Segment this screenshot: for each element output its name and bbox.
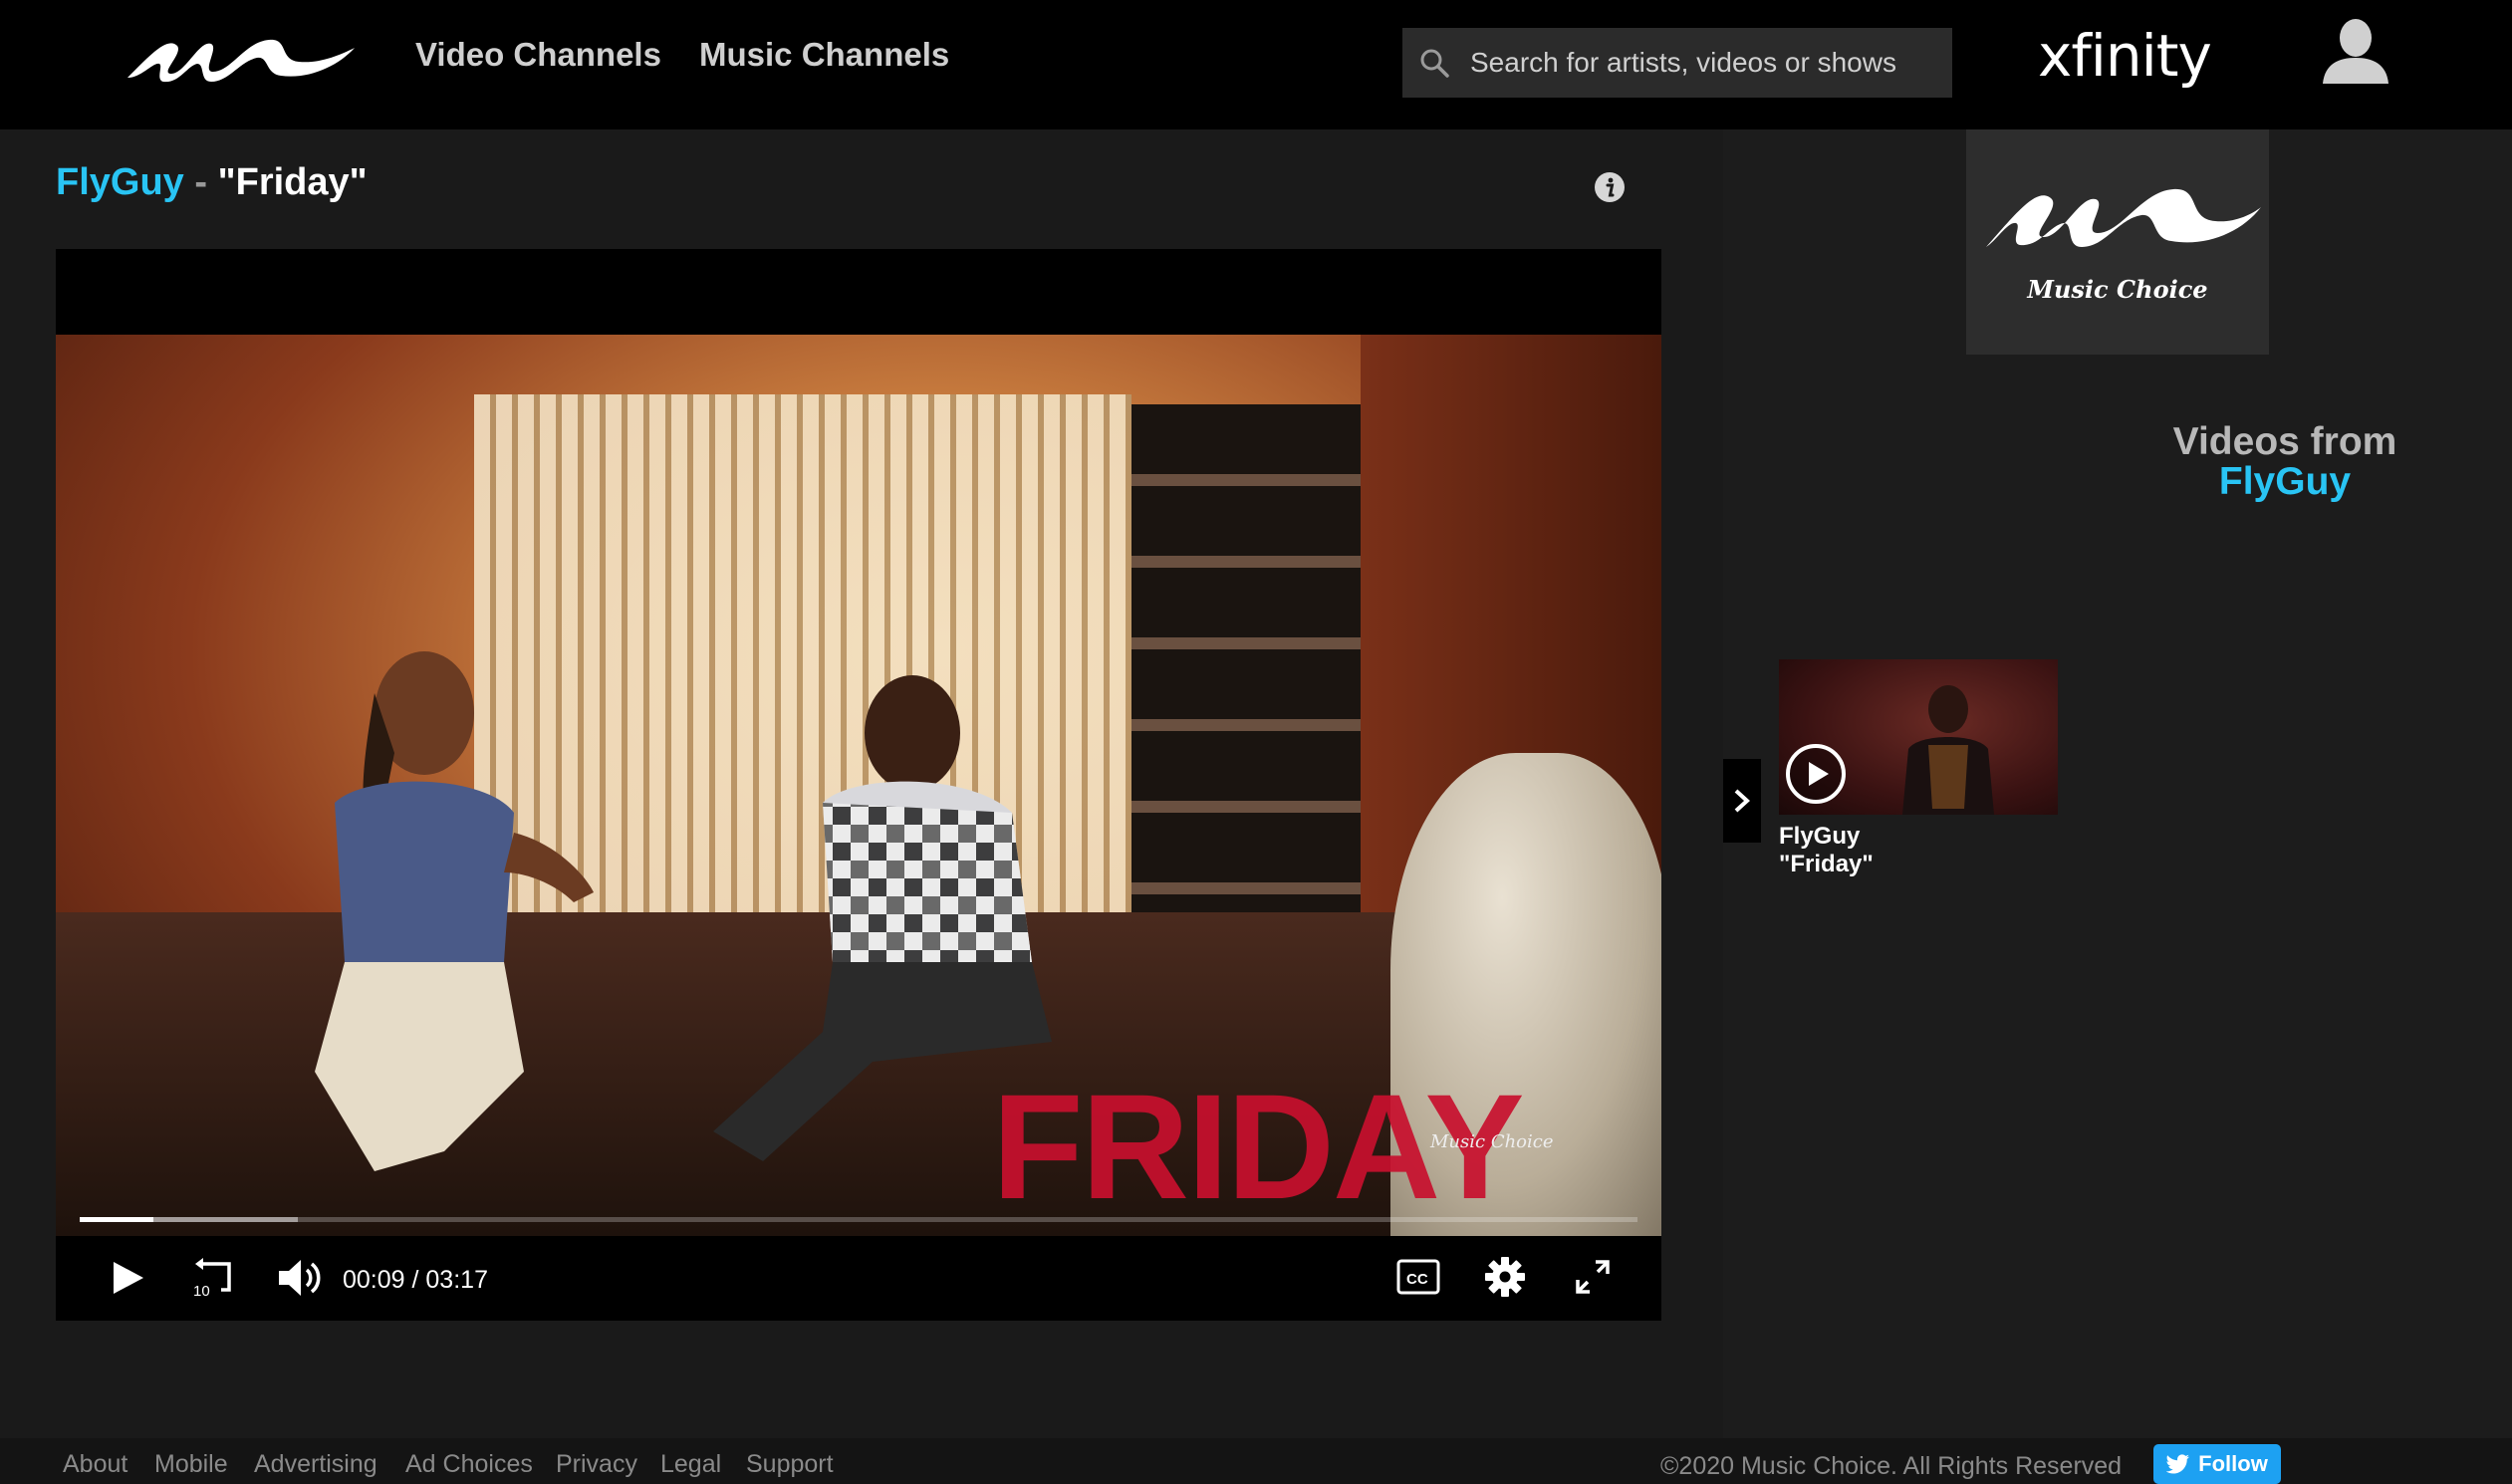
video-thumbnail[interactable]: [1779, 659, 2058, 815]
videos-from-artist-link[interactable]: FlyGuy: [1723, 462, 2512, 502]
footer-link-legal[interactable]: Legal: [660, 1450, 721, 1479]
mc-logo-icon: [1986, 188, 2261, 247]
footer-link-advertising[interactable]: Advertising: [254, 1450, 377, 1479]
video-scene-window: [1131, 404, 1361, 962]
settings-gear-icon[interactable]: [1484, 1256, 1526, 1298]
xfinity-logo[interactable]: xfinity: [2038, 22, 2212, 90]
video-scene-person-left: [315, 651, 594, 1171]
twitter-bird-icon: [2166, 1454, 2190, 1474]
fullscreen-icon[interactable]: [1574, 1258, 1612, 1296]
play-circle-icon[interactable]: [1785, 743, 1847, 805]
footer: About Mobile Advertising Ad Choices Priv…: [0, 1438, 2512, 1484]
footer-link-privacy[interactable]: Privacy: [556, 1450, 637, 1479]
search-box: [1402, 28, 1952, 98]
videos-from-label: Videos from: [2172, 420, 2397, 463]
rewind-10-icon[interactable]: 10: [191, 1256, 235, 1300]
play-icon[interactable]: [108, 1258, 147, 1298]
thumbnail-person: [1902, 685, 1994, 815]
sidebar-expand-button[interactable]: [1723, 759, 1761, 843]
current-time: 00:09: [343, 1266, 405, 1294]
title-song: "Friday": [217, 161, 368, 203]
chevron-right-icon: [1734, 789, 1750, 813]
time-display: 00:09 / 03:17: [343, 1266, 488, 1295]
sidebar: Music Choice Videos from FlyGuy FlyGuy "…: [1723, 129, 2512, 1438]
title-artist-link[interactable]: FlyGuy: [56, 161, 184, 203]
footer-link-mobile[interactable]: Mobile: [154, 1450, 228, 1479]
mc-logo-icon[interactable]: [120, 26, 359, 86]
follow-label: Follow: [2198, 1451, 2268, 1476]
thumbnail-artist: FlyGuy: [1779, 823, 1861, 850]
title-separator: -: [183, 161, 218, 203]
search-icon: [1420, 49, 1449, 78]
main-content: FlyGuy - "Friday" FRIDAY Music Choice 10…: [0, 129, 1723, 1438]
svg-text:CC: CC: [1406, 1271, 1428, 1288]
thumbnail-title: "Friday": [1779, 851, 1874, 877]
closed-captions-icon[interactable]: CC: [1396, 1258, 1440, 1296]
progress-played: [80, 1217, 153, 1222]
footer-link-about[interactable]: About: [63, 1450, 127, 1479]
copyright-text: ©2020 Music Choice. All Rights Reserved: [1660, 1452, 2123, 1480]
music-choice-logo-text: Music Choice: [2027, 275, 2208, 304]
videos-from-heading: Videos from FlyGuy: [1723, 422, 2512, 502]
nav-video-channels[interactable]: Video Channels: [415, 36, 661, 74]
volume-icon[interactable]: [277, 1256, 323, 1300]
music-choice-logo[interactable]: Music Choice: [1966, 129, 2269, 355]
user-avatar-icon[interactable]: [2321, 18, 2390, 84]
footer-link-ad-choices[interactable]: Ad Choices: [405, 1450, 533, 1479]
thumbnail-caption[interactable]: FlyGuy "Friday": [1779, 823, 1874, 878]
twitter-follow-button[interactable]: Follow: [2153, 1444, 2281, 1484]
info-icon[interactable]: [1594, 171, 1626, 203]
svg-text:10: 10: [193, 1283, 210, 1300]
player-controls: 10 00:09 / 03:17 CC: [56, 1236, 1661, 1321]
progress-bar[interactable]: [80, 1217, 1637, 1222]
video-watermark: Music Choice: [1430, 1131, 1554, 1152]
time-separator: /: [404, 1266, 426, 1294]
video-player[interactable]: FRIDAY Music Choice 10 00:09 / 03:17 CC: [56, 249, 1661, 1321]
top-header: Video Channels Music Channels xfinity: [0, 0, 2512, 129]
total-duration: 03:17: [425, 1266, 488, 1294]
footer-link-support[interactable]: Support: [746, 1450, 834, 1479]
search-input[interactable]: [1468, 46, 1952, 80]
video-frame[interactable]: FRIDAY Music Choice: [56, 335, 1661, 1236]
video-title: FlyGuy - "Friday": [56, 161, 368, 204]
nav-music-channels[interactable]: Music Channels: [699, 36, 949, 74]
